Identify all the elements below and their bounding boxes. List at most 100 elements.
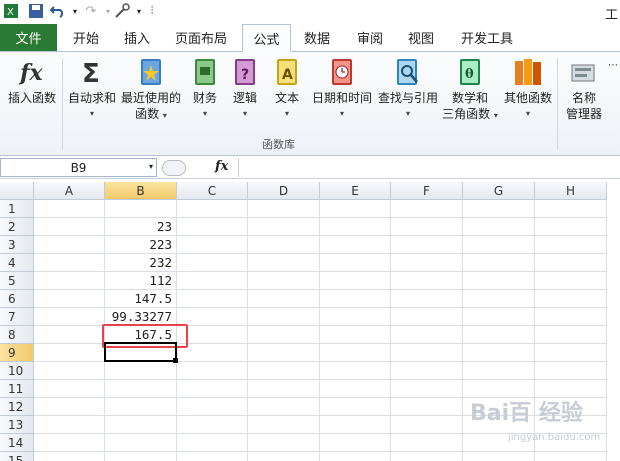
cell-c12[interactable]: [177, 398, 248, 416]
insert-function-button[interactable]: fx 插入函数: [4, 56, 60, 106]
cell-c7[interactable]: [177, 308, 248, 326]
tab-data[interactable]: 数据: [299, 24, 335, 51]
autosum-button[interactable]: Σ 自动求和 ▾: [66, 56, 118, 122]
autosum-dropdown-icon[interactable]: ▾: [66, 106, 118, 122]
formula-bar-resize-handle[interactable]: [162, 160, 186, 176]
cell-d11[interactable]: [248, 380, 320, 398]
cell-a12[interactable]: [34, 398, 105, 416]
column-header-e[interactable]: E: [320, 182, 391, 200]
column-header-f[interactable]: F: [391, 182, 463, 200]
cell-f13[interactable]: [391, 416, 463, 434]
cell-c4[interactable]: [177, 254, 248, 272]
name-box[interactable]: B9 ▾: [0, 158, 157, 177]
cell-h7[interactable]: [535, 308, 607, 326]
cell-d14[interactable]: [248, 434, 320, 452]
cell-g2[interactable]: [463, 218, 535, 236]
column-header-h[interactable]: H: [535, 182, 607, 200]
cell-b1[interactable]: [105, 200, 177, 218]
cell-c1[interactable]: [177, 200, 248, 218]
cell-a14[interactable]: [34, 434, 105, 452]
row-header-12[interactable]: 12: [0, 398, 34, 416]
cell-a3[interactable]: [34, 236, 105, 254]
cell-a4[interactable]: [34, 254, 105, 272]
row-header-8[interactable]: 8: [0, 326, 34, 344]
row-header-1[interactable]: 1: [0, 200, 34, 218]
cell-d10[interactable]: [248, 362, 320, 380]
column-header-c[interactable]: C: [177, 182, 248, 200]
text-dropdown-icon[interactable]: ▾: [270, 106, 304, 122]
cell-a2[interactable]: [34, 218, 105, 236]
cell-f12[interactable]: [391, 398, 463, 416]
row-header-3[interactable]: 3: [0, 236, 34, 254]
cell-g3[interactable]: [463, 236, 535, 254]
cell-b5[interactable]: 112: [105, 272, 177, 290]
cell-f14[interactable]: [391, 434, 463, 452]
insert-function-fx-icon[interactable]: fx: [215, 159, 228, 174]
more-commands-icon[interactable]: ⫶: [143, 2, 161, 20]
cell-f6[interactable]: [391, 290, 463, 308]
cell-e13[interactable]: [320, 416, 391, 434]
logical-button[interactable]: ? 逻辑 ▾: [228, 56, 262, 122]
more-functions-dropdown-icon[interactable]: ▾: [502, 106, 554, 122]
tab-home[interactable]: 开始: [68, 24, 104, 51]
cell-a15[interactable]: [34, 452, 105, 461]
cell-e15[interactable]: [320, 452, 391, 461]
cell-e9[interactable]: [320, 344, 391, 362]
tab-file[interactable]: 文件: [0, 24, 57, 51]
cell-h1[interactable]: [535, 200, 607, 218]
column-header-g[interactable]: G: [463, 182, 535, 200]
row-header-7[interactable]: 7: [0, 308, 34, 326]
cell-e6[interactable]: [320, 290, 391, 308]
cell-h4[interactable]: [535, 254, 607, 272]
cell-e14[interactable]: [320, 434, 391, 452]
cell-c3[interactable]: [177, 236, 248, 254]
cell-c13[interactable]: [177, 416, 248, 434]
name-manager-button[interactable]: 名称 管理器: [562, 56, 606, 122]
math-dropdown-icon[interactable]: ▾: [494, 111, 498, 120]
undo-icon[interactable]: [49, 2, 67, 20]
datetime-dropdown-icon[interactable]: ▾: [308, 106, 376, 122]
cell-e8[interactable]: [320, 326, 391, 344]
math-trig-button[interactable]: θ 数学和 三角函数 ▾: [441, 56, 499, 124]
cell-b12[interactable]: [105, 398, 177, 416]
cell-a1[interactable]: [34, 200, 105, 218]
cell-a6[interactable]: [34, 290, 105, 308]
cell-h2[interactable]: [535, 218, 607, 236]
cell-f3[interactable]: [391, 236, 463, 254]
cell-c2[interactable]: [177, 218, 248, 236]
lookup-dropdown-icon[interactable]: ▾: [376, 106, 440, 122]
text-button[interactable]: A 文本 ▾: [270, 56, 304, 122]
cell-c11[interactable]: [177, 380, 248, 398]
lookup-button[interactable]: 查找与引用 ▾: [376, 56, 440, 122]
cell-a10[interactable]: [34, 362, 105, 380]
row-header-11[interactable]: 11: [0, 380, 34, 398]
cell-a5[interactable]: [34, 272, 105, 290]
save-icon[interactable]: [27, 2, 45, 20]
cell-d6[interactable]: [248, 290, 320, 308]
row-header-10[interactable]: 10: [0, 362, 34, 380]
row-header-13[interactable]: 13: [0, 416, 34, 434]
cell-d2[interactable]: [248, 218, 320, 236]
recent-functions-button[interactable]: 最近使用的 函数 ▾: [120, 56, 182, 124]
cell-g9[interactable]: [463, 344, 535, 362]
cell-d3[interactable]: [248, 236, 320, 254]
cell-h8[interactable]: [535, 326, 607, 344]
column-header-d[interactable]: D: [248, 182, 320, 200]
row-header-14[interactable]: 14: [0, 434, 34, 452]
cell-d7[interactable]: [248, 308, 320, 326]
cell-h3[interactable]: [535, 236, 607, 254]
cell-e3[interactable]: [320, 236, 391, 254]
cell-f11[interactable]: [391, 380, 463, 398]
cell-b15[interactable]: [105, 452, 177, 461]
column-header-b[interactable]: B: [105, 182, 177, 200]
recent-dropdown-icon[interactable]: ▾: [163, 111, 167, 120]
cell-d12[interactable]: [248, 398, 320, 416]
cell-h6[interactable]: [535, 290, 607, 308]
cell-g10[interactable]: [463, 362, 535, 380]
cell-d4[interactable]: [248, 254, 320, 272]
logical-dropdown-icon[interactable]: ▾: [228, 106, 262, 122]
cell-c6[interactable]: [177, 290, 248, 308]
row-header-4[interactable]: 4: [0, 254, 34, 272]
cell-d15[interactable]: [248, 452, 320, 461]
column-header-a[interactable]: A: [34, 182, 105, 200]
